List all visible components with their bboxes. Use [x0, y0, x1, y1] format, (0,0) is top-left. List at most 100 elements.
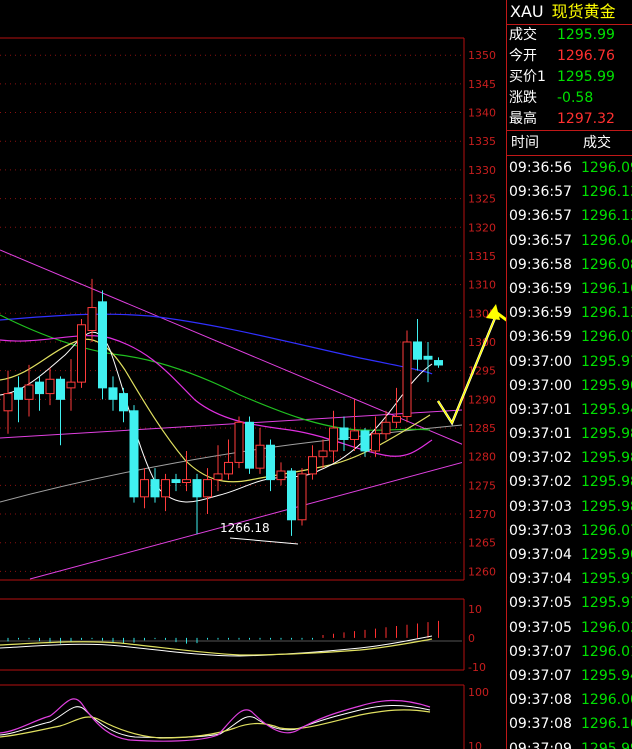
tick-row: 09:36:56 1296.09 — [507, 156, 632, 180]
tick-row: 09:37:03 1295.98 — [507, 495, 632, 519]
candle-body — [381, 421, 391, 435]
tick-price: 1296.07 — [581, 329, 632, 346]
candle — [255, 428, 265, 474]
tick-price: 1296.04 — [581, 232, 632, 249]
candle — [45, 367, 55, 406]
y-tick-label: 1265 — [468, 537, 496, 550]
candle-body — [87, 307, 97, 332]
tick-row: 09:37:03 1296.07 — [507, 519, 632, 543]
summary-row-bid: 买价1 1295.99 — [509, 69, 615, 85]
candlesticks — [3, 278, 443, 536]
candle — [224, 439, 233, 480]
tick-time: 09:36:59 — [509, 280, 572, 297]
y-tick-label: 1320 — [468, 221, 496, 234]
ma-yellow — [0, 338, 431, 483]
tick-price: 1295.94 — [581, 401, 632, 418]
candle-body — [182, 479, 191, 483]
summary-row-last: 成交 1295.99 — [509, 27, 615, 43]
summary-row-open: 今开 1296.76 — [509, 48, 615, 64]
candle — [182, 450, 191, 492]
tick-row: 09:36:57 1296.13 — [507, 204, 632, 228]
tick-row: 09:37:02 1295.98 — [507, 470, 632, 494]
tick-time: 09:37:02 — [509, 474, 572, 491]
candle — [318, 439, 328, 469]
candle-body — [276, 470, 286, 481]
macd-y-axis: 10 0 -10 — [468, 603, 486, 674]
tick-row: 09:37:05 1295.97 — [507, 591, 632, 615]
candle-body — [192, 479, 202, 498]
quote-panel: XAU 现货黄金 成交 1295.99 今开 1296.76 买价1 1295.99 涨… — [506, 0, 632, 749]
tick-time: 09:37:05 — [509, 619, 572, 636]
macd-y-tick-label: 0 — [468, 632, 475, 645]
macd-panel-frame — [0, 598, 465, 671]
candle-body — [45, 378, 55, 395]
low-price-label: 1266.18 — [220, 521, 270, 535]
tick-row: 09:37:00 1295.97 — [507, 350, 632, 374]
tick-time: 09:37:08 — [509, 692, 572, 709]
tick-price: 1295.97 — [581, 595, 632, 612]
candle — [371, 416, 380, 457]
candle-body — [108, 387, 118, 400]
candle-body — [66, 381, 76, 389]
tick-price: 1295.98 — [581, 426, 632, 443]
candle-body — [255, 444, 265, 469]
summary-row-change: 涨跌 -0.58 — [509, 90, 594, 106]
tick-row: 09:36:57 1296.13 — [507, 180, 632, 204]
candle-body — [245, 421, 254, 469]
macd-y-tick-label: -10 — [468, 661, 486, 674]
candle — [161, 473, 170, 512]
tick-list[interactable]: 09:36:56 1296.09 09:36:57 1296.13 09:36:57 12… — [507, 156, 632, 749]
tick-time: 09:36:57 — [509, 208, 572, 225]
tick-time: 09:37:07 — [509, 667, 572, 684]
tick-row: 09:37:07 1296.01 — [507, 640, 632, 664]
kdj-y-tick-label: 100 — [468, 686, 489, 699]
tick-price: 1296.13 — [581, 208, 632, 225]
tick-price: 1295.97 — [581, 353, 632, 370]
tick-row: 09:37:08 1296.10 — [507, 712, 632, 736]
candle — [392, 387, 401, 429]
candle — [119, 387, 128, 423]
candle — [423, 341, 433, 383]
kdj-y-axis: 100 10 — [468, 686, 489, 749]
y-tick-label: 1270 — [468, 508, 496, 521]
tick-price: 1295.97 — [581, 571, 632, 588]
candle-body — [56, 378, 65, 400]
candle-body — [171, 479, 181, 483]
tick-row: 09:37:01 1295.94 — [507, 398, 632, 422]
y-tick-label: 1340 — [468, 107, 496, 120]
candle-body — [3, 393, 13, 412]
trendline-down — [0, 249, 462, 445]
tick-price: 1296.00 — [581, 692, 632, 709]
tick-price: 1296.13 — [581, 305, 632, 322]
tick-time: 09:37:04 — [509, 571, 572, 588]
tick-price: 1296.13 — [581, 184, 632, 201]
price-chart[interactable]: 1260126512701275128012851290129513001305… — [0, 0, 506, 749]
tick-time: 09:36:57 — [509, 232, 572, 249]
candle-body — [161, 479, 170, 498]
ticks-header: 时间 成交 — [507, 131, 632, 156]
candle — [434, 357, 443, 368]
tick-time: 09:36:58 — [509, 256, 572, 273]
tick-row: 09:37:05 1296.03 — [507, 616, 632, 640]
candle — [350, 399, 359, 451]
tick-time: 09:37:02 — [509, 450, 572, 467]
y-tick-label: 1325 — [468, 193, 496, 206]
candle-body — [35, 381, 44, 395]
candle-body — [213, 473, 223, 481]
candle — [329, 410, 338, 463]
y-tick-label: 1275 — [468, 479, 496, 492]
tick-price: 1296.08 — [581, 256, 632, 273]
candle-body — [423, 355, 433, 360]
tick-time: 09:37:01 — [509, 426, 572, 443]
tick-time: 09:37:00 — [509, 353, 572, 370]
candle — [14, 376, 23, 423]
tick-time: 09:36:57 — [509, 184, 572, 201]
y-tick-label: 1315 — [468, 250, 496, 263]
tick-time: 09:36:59 — [509, 329, 572, 346]
candle — [35, 376, 44, 411]
candle-body — [308, 456, 317, 475]
tick-row: 09:37:04 1295.97 — [507, 567, 632, 591]
tick-row: 09:37:08 1296.00 — [507, 688, 632, 712]
symbol-name: 现货黄金 — [551, 2, 616, 21]
candle — [413, 319, 422, 371]
